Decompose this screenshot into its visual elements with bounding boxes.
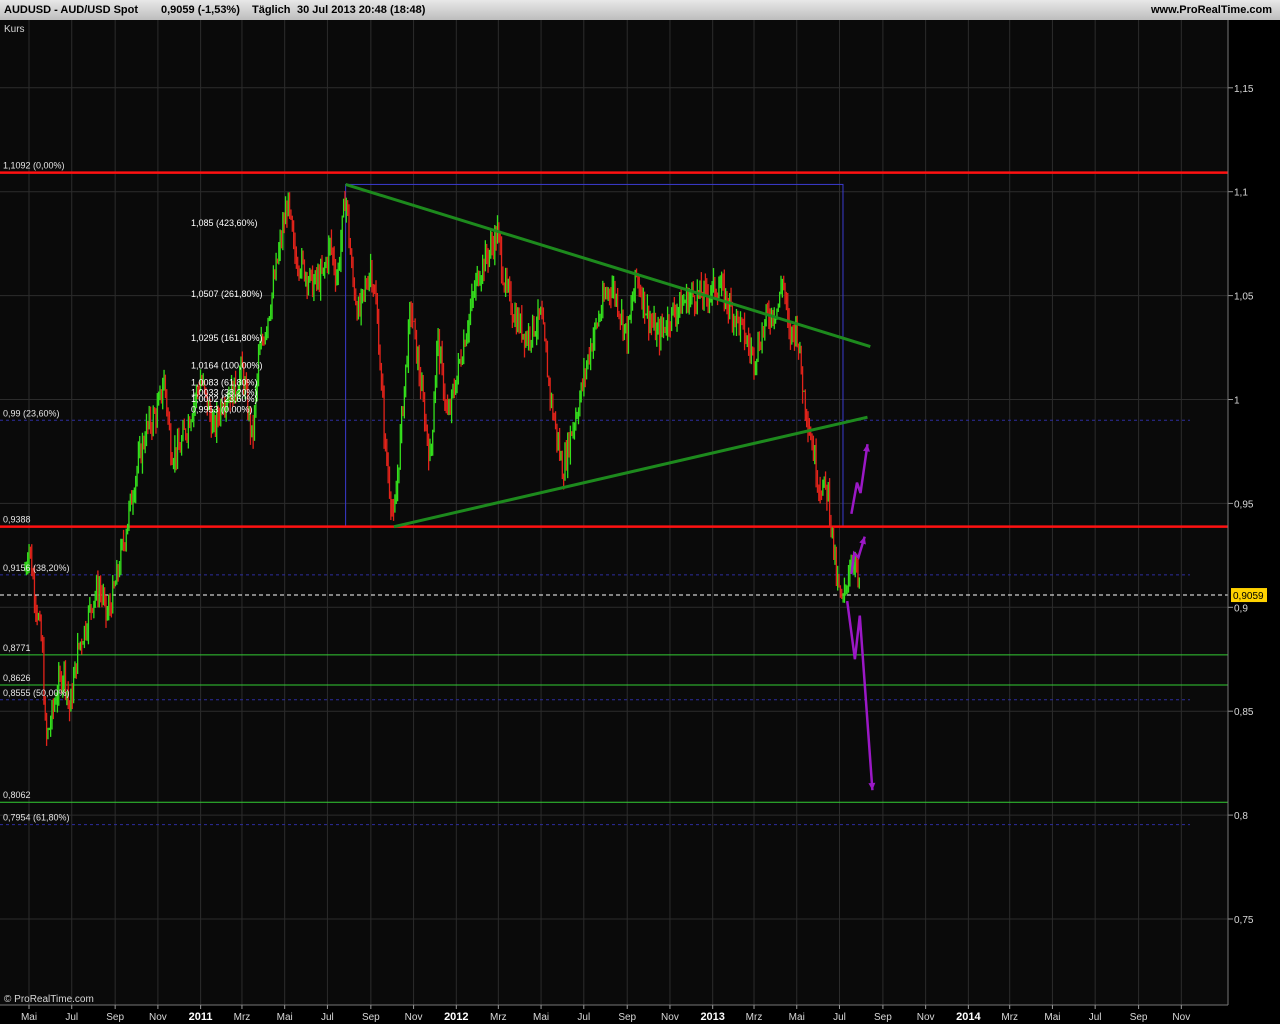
x-tick-label: Sep: [106, 1012, 124, 1023]
x-tick-label: Mai: [533, 1012, 549, 1023]
plot-area: [0, 20, 1228, 1005]
fib-extension-label: 0,9953 (0,00%): [191, 404, 253, 414]
fib-extension-label: 1,0083 (61,80%): [191, 377, 258, 387]
fib-extension-label: 1,0507 (261,80%): [191, 289, 263, 299]
period-label: Täglich: [252, 4, 291, 16]
y-tick-label: 1,05: [1234, 292, 1254, 303]
level-label: 0,9388: [3, 515, 31, 525]
x-year-label: 2013: [700, 1011, 724, 1023]
x-tick-label: Mai: [789, 1012, 805, 1023]
y-tick-label: 0,75: [1234, 915, 1254, 926]
y-tick-label: 0,85: [1234, 707, 1254, 718]
fib-extension-label: 1,0002 (23,60%): [191, 394, 258, 404]
x-tick-label: Jul: [65, 1012, 78, 1023]
x-year-label: 2011: [189, 1011, 213, 1023]
x-tick-label: Jul: [833, 1012, 846, 1023]
x-tick-label: Jul: [321, 1012, 334, 1023]
x-tick-label: Nov: [149, 1012, 167, 1023]
x-tick-label: Sep: [1130, 1012, 1148, 1023]
level-label: 0,8062: [3, 790, 31, 800]
symbol-title: AUDUSD - AUD/USD Spot: [4, 4, 139, 16]
fib-extension-label: 1,0295 (161,80%): [191, 333, 263, 343]
level-label: 0,8626: [3, 673, 31, 683]
x-tick-label: Mrz: [746, 1012, 763, 1023]
copyright: © ProRealTime.com: [4, 994, 94, 1005]
x-tick-label: Sep: [874, 1012, 892, 1023]
x-tick-label: Sep: [618, 1012, 636, 1023]
panel-label: Kurs: [4, 24, 25, 35]
fib-label: 0,7954 (61,80%): [3, 813, 70, 823]
y-tick-label: 1,1: [1234, 188, 1248, 199]
x-tick-label: Nov: [661, 1012, 679, 1023]
price-chart: 0,99 (23,60%) 0,9156 (38,20%) 0,8555 (50,0…: [0, 20, 1280, 1024]
y-tick-label: 1: [1234, 396, 1240, 407]
x-year-label: 2012: [444, 1011, 468, 1023]
y-tick-label: 0,9: [1234, 603, 1248, 614]
x-tick-label: Nov: [405, 1012, 423, 1023]
x-tick-label: Mrz: [490, 1012, 507, 1023]
y-tick-label: 1,15: [1234, 84, 1254, 95]
chart-header: AUDUSD - AUD/USD Spot 0,9059 (-1,53%) Tä…: [0, 0, 1280, 20]
site-url[interactable]: www.ProRealTime.com: [1151, 4, 1272, 16]
y-axis-panel: [1228, 20, 1280, 1024]
x-tick-label: Jul: [1089, 1012, 1102, 1023]
y-tick-label: 0,8: [1234, 811, 1248, 822]
quote-value: 0,9059 (-1,53%): [161, 4, 240, 16]
current-price-value: 0,9059: [1233, 591, 1264, 602]
x-tick-label: Mrz: [1001, 1012, 1018, 1023]
y-tick-label: 0,95: [1234, 499, 1254, 510]
x-tick-label: Jul: [577, 1012, 590, 1023]
x-tick-label: Nov: [917, 1012, 935, 1023]
timestamp: 30 Jul 2013 20:48 (18:48): [297, 4, 426, 16]
x-tick-label: Mai: [277, 1012, 293, 1023]
fib-extension-label: 1,085 (423,60%): [191, 218, 258, 228]
level-label: 0,8771: [3, 643, 31, 653]
fib-extension-label: 1,0164 (100,00%): [191, 360, 263, 370]
x-tick-label: Mai: [21, 1012, 37, 1023]
fib-label: 0,9156 (38,20%): [3, 563, 70, 573]
x-tick-label: Mrz: [234, 1012, 251, 1023]
x-year-label: 2014: [956, 1011, 981, 1023]
x-tick-label: Mai: [1044, 1012, 1060, 1023]
fib-label: 0,99 (23,60%): [3, 408, 60, 418]
level-label: 1,1092 (0,00%): [3, 161, 65, 171]
x-tick-label: Sep: [362, 1012, 380, 1023]
fib-label: 0,8555 (50,00%): [3, 688, 70, 698]
x-tick-label: Nov: [1172, 1012, 1190, 1023]
